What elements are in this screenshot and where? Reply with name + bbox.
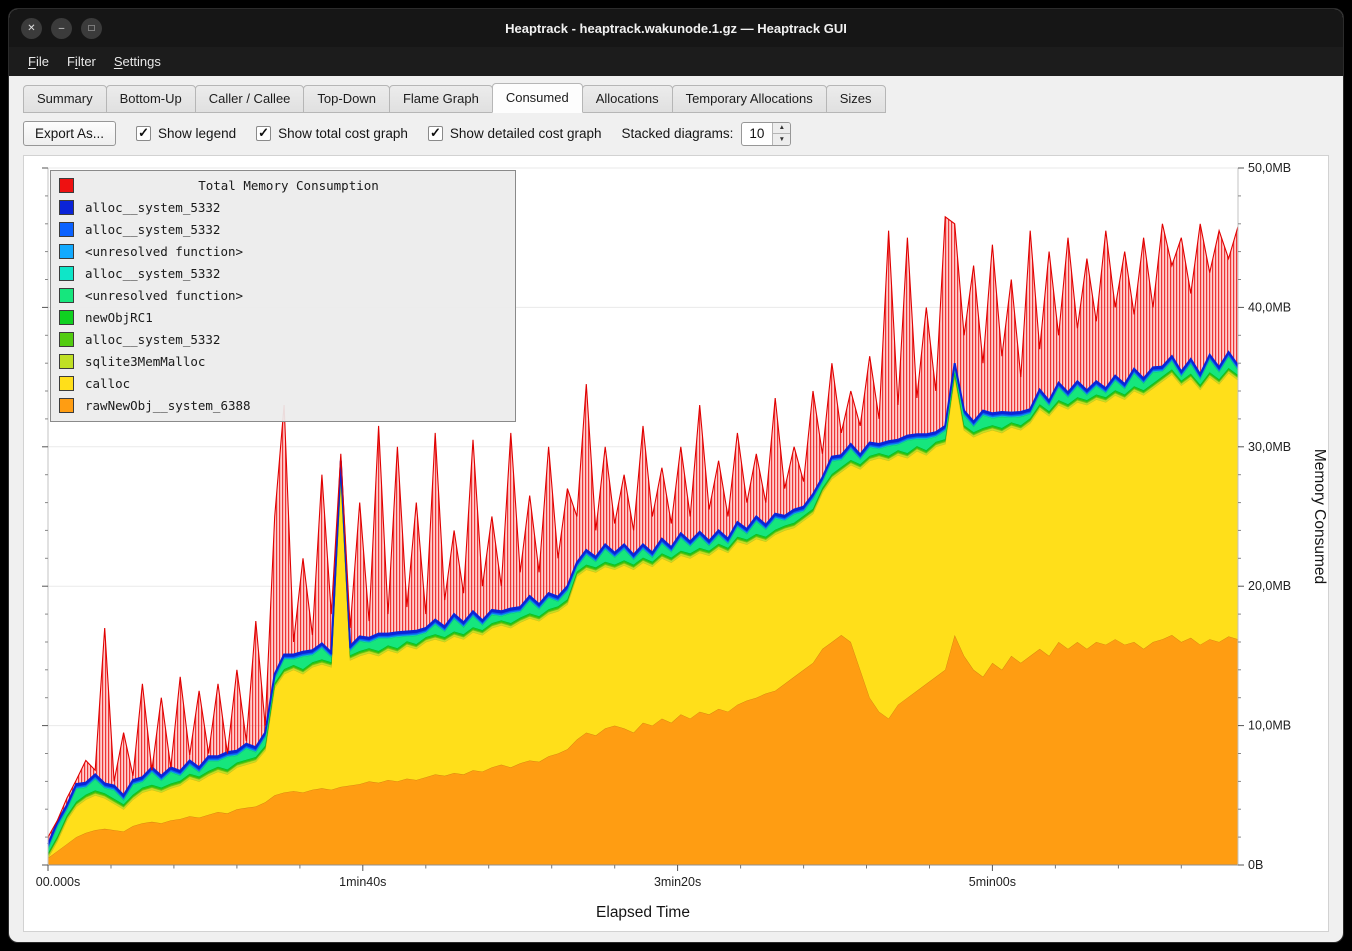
legend-entry: <unresolved function>	[59, 240, 507, 262]
y-axis-title: Memory Consumed	[1311, 449, 1328, 584]
legend-entry: alloc__system_5332	[59, 262, 507, 284]
legend-entry: alloc__system_5332	[59, 218, 507, 240]
legend-label: calloc	[85, 376, 130, 391]
legend-swatch	[59, 376, 74, 391]
tab-sizes[interactable]: Sizes	[826, 85, 886, 113]
legend-label: <unresolved function>	[85, 288, 243, 303]
tab-consumed[interactable]: Consumed	[492, 83, 583, 113]
legend-swatch	[59, 222, 74, 237]
window-title: Heaptrack - heaptrack.wakunode.1.gz — He…	[9, 21, 1343, 36]
legend-entry: alloc__system_5332	[59, 196, 507, 218]
checkbox-show-legend[interactable]: Show legend	[136, 126, 236, 141]
legend-label: alloc__system_5332	[85, 200, 220, 215]
checkbox-label: Show detailed cost graph	[450, 126, 602, 141]
x-axis-tick-label: 3min20s	[654, 875, 701, 889]
legend-swatch-total	[59, 178, 74, 193]
tab-allocations[interactable]: Allocations	[582, 85, 673, 113]
legend-entry: calloc	[59, 372, 507, 394]
minimize-icon: –	[59, 23, 65, 34]
close-button[interactable]: ✕	[21, 18, 42, 39]
menu-file[interactable]: File	[19, 50, 58, 73]
tab-top-down[interactable]: Top-Down	[303, 85, 390, 113]
legend-entry: newObjRC1	[59, 306, 507, 328]
toolbar: Export As... Show legend Show total cost …	[9, 113, 1343, 153]
legend-title: Total Memory Consumption	[85, 178, 507, 193]
menubar: FileFilterSettings	[9, 47, 1343, 76]
toolbar-checkboxes: Show legend Show total cost graph Show det…	[136, 126, 602, 141]
checkbox-label: Show total cost graph	[278, 126, 408, 141]
maximize-button[interactable]: □	[81, 18, 102, 39]
consumed-chart[interactable]: 0B 10,0MB 20,0MB 30,0MB 40,0MB 50,0MB 00.000s 1…	[23, 155, 1329, 932]
desktop-background: Heaptrack - heaptrack.wakunode.1.gz — He…	[0, 0, 1352, 951]
legend-entry: rawNewObj__system_6388	[59, 394, 507, 416]
legend-label: rawNewObj__system_6388	[85, 398, 251, 413]
checkbox-box	[136, 126, 151, 141]
checkbox-show-total-cost-graph[interactable]: Show total cost graph	[256, 126, 408, 141]
tab-flame-graph[interactable]: Flame Graph	[389, 85, 493, 113]
spin-up-button[interactable]	[773, 123, 790, 134]
tab-bottom-up[interactable]: Bottom-Up	[106, 85, 196, 113]
y-axis-tick-label: 20,0MB	[1248, 579, 1291, 593]
x-axis-tick-label: 1min40s	[339, 875, 386, 889]
legend-label: alloc__system_5332	[85, 222, 220, 237]
tab-caller-callee[interactable]: Caller / Callee	[195, 85, 305, 113]
menu-settings[interactable]: Settings	[105, 50, 170, 73]
legend-swatch	[59, 288, 74, 303]
checkbox-label: Show legend	[158, 126, 236, 141]
legend-swatch	[59, 332, 74, 347]
tab-summary[interactable]: Summary	[23, 85, 107, 113]
legend-swatch	[59, 266, 74, 281]
legend-swatch	[59, 398, 74, 413]
checkbox-show-detailed-cost-graph[interactable]: Show detailed cost graph	[428, 126, 602, 141]
legend-label: alloc__system_5332	[85, 266, 220, 281]
y-axis-tick-label: 10,0MB	[1248, 719, 1291, 733]
legend-swatch	[59, 244, 74, 259]
legend-title-row: Total Memory Consumption	[59, 174, 507, 196]
spin-down-button[interactable]	[773, 133, 790, 145]
export-as-button[interactable]: Export As...	[23, 121, 116, 146]
checkbox-box	[428, 126, 443, 141]
legend-entry: alloc__system_5332	[59, 328, 507, 350]
y-axis-tick-label: 40,0MB	[1248, 300, 1291, 314]
legend-label: sqlite3MemMalloc	[85, 354, 205, 369]
legend-entry: <unresolved function>	[59, 284, 507, 306]
stacked-diagrams-control: Stacked diagrams: 10	[622, 122, 792, 146]
x-axis-tick-label: 5min00s	[969, 875, 1016, 889]
legend-swatch	[59, 310, 74, 325]
y-axis-tick-label: 50,0MB	[1248, 161, 1291, 175]
heaptrack-window: Heaptrack - heaptrack.wakunode.1.gz — He…	[8, 8, 1344, 943]
menu-filter[interactable]: Filter	[58, 50, 105, 73]
legend-swatch	[59, 354, 74, 369]
legend-label: <unresolved function>	[85, 244, 243, 259]
maximize-icon: □	[88, 23, 94, 34]
legend-swatch	[59, 200, 74, 215]
spin-buttons	[772, 123, 790, 145]
minimize-button[interactable]: –	[51, 18, 72, 39]
stacked-diagrams-value[interactable]: 10	[742, 123, 772, 145]
stacked-diagrams-label: Stacked diagrams:	[622, 126, 734, 141]
legend-entry: sqlite3MemMalloc	[59, 350, 507, 372]
x-axis-tick-label: 00.000s	[36, 875, 80, 889]
legend-label: newObjRC1	[85, 310, 153, 325]
y-axis-tick-label: 30,0MB	[1248, 440, 1291, 454]
stacked-diagrams-spinbox[interactable]: 10	[741, 122, 791, 146]
legend-label: alloc__system_5332	[85, 332, 220, 347]
y-axis-tick-label: 0B	[1248, 858, 1263, 872]
titlebar[interactable]: Heaptrack - heaptrack.wakunode.1.gz — He…	[9, 9, 1343, 47]
checkbox-box	[256, 126, 271, 141]
tab-temporary-allocations[interactable]: Temporary Allocations	[672, 85, 827, 113]
tab-bar: SummaryBottom-UpCaller / CalleeTop-DownF…	[9, 76, 1343, 113]
window-controls: ✕ – □	[21, 18, 102, 39]
x-axis-title: Elapsed Time	[596, 904, 690, 921]
close-icon: ✕	[27, 23, 35, 34]
chart-legend: Total Memory Consumption alloc__system_53…	[50, 170, 516, 422]
